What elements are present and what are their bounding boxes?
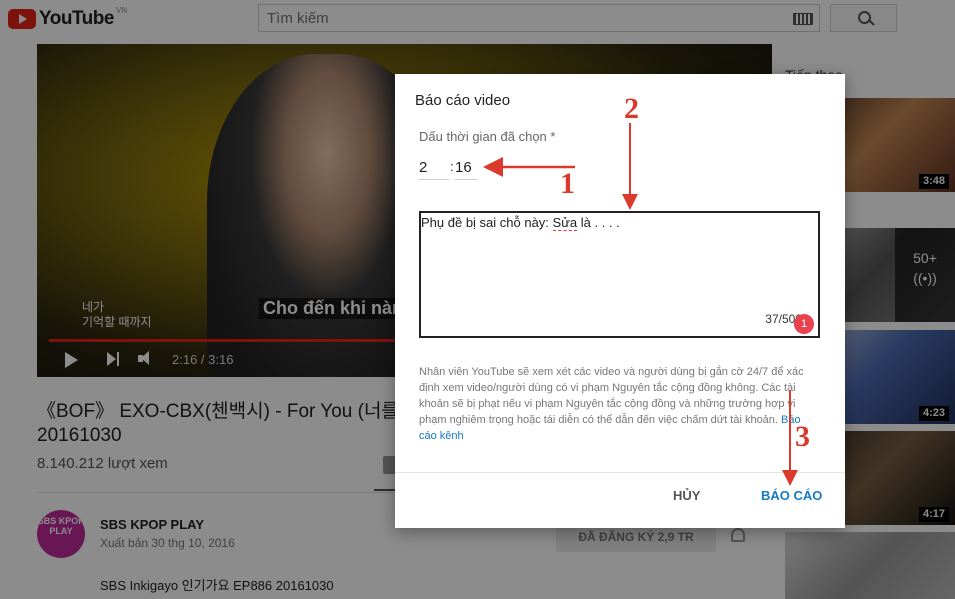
annotation-step-3: 3 <box>795 420 810 453</box>
comment-prefix: Phụ đề bị sai chỗ này: <box>421 215 553 230</box>
cancel-button[interactable]: HỦY <box>673 488 700 503</box>
report-video-dialog: Báo cáo video Dấu thời gian đã chọn * : … <box>395 74 845 528</box>
report-button[interactable]: BÁO CÁO <box>761 488 822 503</box>
comment-text: Phụ đề bị sai chỗ này: Sửa là . . . . <box>421 215 620 231</box>
misspelled-word: Sửa <box>552 215 578 231</box>
report-comment-textarea[interactable]: Phụ đề bị sai chỗ này: Sửa là . . . . 37… <box>419 211 820 338</box>
comment-suffix: là . . . . <box>577 215 620 230</box>
spellcheck-error-badge[interactable]: 1 <box>794 314 814 334</box>
timestamp-colon: : <box>450 159 454 174</box>
annotation-step-1: 1 <box>560 167 575 200</box>
policy-text: Nhân viên YouTube sẽ xem xét các video v… <box>419 364 819 444</box>
youtube-watch-page: YouTube VN 네가 기억할 때까지 Cho đến khi nàng 2… <box>0 0 955 599</box>
timestamp-minutes-input[interactable] <box>419 155 449 180</box>
dialog-title: Báo cáo video <box>415 92 511 109</box>
policy-body: Nhân viên YouTube sẽ xem xét các video v… <box>419 366 804 426</box>
dialog-divider <box>395 472 845 473</box>
timestamp-seconds-input[interactable] <box>455 155 477 180</box>
timestamp-label: Dấu thời gian đã chọn * <box>419 129 556 144</box>
annotation-step-2: 2 <box>624 92 639 125</box>
